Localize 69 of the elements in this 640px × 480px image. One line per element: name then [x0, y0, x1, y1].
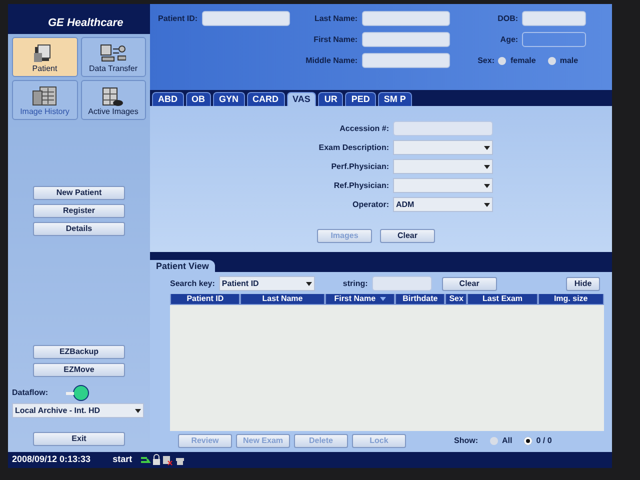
field-label: string:: [342, 278, 368, 290]
nav-button[interactable]: Active Images: [80, 80, 146, 120]
tab[interactable]: ABD: [152, 92, 184, 106]
radio-label: All: [502, 435, 512, 447]
field-label: Ref.Physician:: [332, 180, 389, 192]
field-label: Middle Name:: [306, 54, 358, 66]
field-label: First Name:: [314, 34, 358, 46]
input-field[interactable]: [522, 32, 586, 47]
input-field[interactable]: [393, 121, 493, 136]
dataflow-label: Dataflow:: [12, 387, 48, 399]
nav-button[interactable]: Image History: [12, 80, 78, 120]
exam-button[interactable]: Clear: [380, 229, 435, 243]
dataflow-dropdown[interactable]: Local Archive - Int. HD: [12, 403, 144, 418]
tab[interactable]: CARD: [246, 92, 285, 106]
tray-icons[interactable]: [140, 454, 186, 466]
field-label: Last Name:: [314, 12, 358, 24]
radio-label: female: [510, 54, 536, 66]
search-key-dropdown[interactable]: Patient ID: [218, 276, 315, 291]
input-field[interactable]: [362, 32, 450, 47]
clock-text: 2008/09/12 0:13:33: [12, 453, 91, 466]
exit-button[interactable]: Exit: [33, 432, 125, 446]
brand-text: GE Healthcare: [48, 16, 124, 30]
tab[interactable]: UR: [318, 92, 344, 106]
dropdown-arrow-icon[interactable]: [484, 202, 490, 206]
field-label: Operator:: [352, 198, 389, 210]
tab[interactable]: VAS: [286, 92, 316, 106]
dropdown-arrow-icon[interactable]: [135, 408, 141, 412]
tab[interactable]: GYN: [213, 92, 245, 106]
side-button[interactable]: Register: [33, 204, 125, 218]
side-button[interactable]: Details: [33, 222, 125, 236]
field-label: Sex:: [478, 54, 494, 66]
tab[interactable]: SM P: [378, 92, 412, 106]
computer-icon: [100, 43, 126, 63]
field-label: Search key:: [170, 278, 215, 290]
radio-button[interactable]: [498, 56, 506, 64]
radio-button[interactable]: [524, 437, 532, 445]
field-label: Exam Description:: [318, 142, 389, 154]
panel-tab[interactable]: Patient View: [150, 260, 215, 272]
radio-label: 0 / 0: [536, 435, 552, 447]
nav-button[interactable]: Patient: [12, 37, 78, 77]
search-string-field[interactable]: [372, 276, 432, 291]
input-field[interactable]: [522, 11, 586, 26]
tab[interactable]: PED: [345, 92, 376, 106]
input-field[interactable]: [202, 11, 290, 26]
tool-button[interactable]: EZMove: [33, 363, 125, 377]
clear-button[interactable]: Clear: [442, 276, 497, 290]
radio-button[interactable]: [490, 437, 498, 445]
radio-button[interactable]: [548, 56, 556, 64]
hide-button[interactable]: Hide: [566, 276, 600, 290]
start-button[interactable]: start: [112, 453, 132, 467]
field-label: Perf.Physician:: [330, 160, 389, 172]
dropdown-arrow-icon[interactable]: [484, 146, 490, 150]
nav-button[interactable]: Data Transfer: [80, 37, 146, 77]
side-button[interactable]: New Patient: [33, 186, 125, 200]
radio-label: male: [560, 54, 578, 66]
tool-button[interactable]: EZBackup: [33, 345, 125, 359]
field-label: Patient ID:: [158, 12, 198, 24]
field-label: Accession #:: [338, 122, 389, 134]
dropdown[interactable]: ADM: [393, 197, 493, 212]
dropdown-arrow-icon[interactable]: [306, 282, 312, 286]
field-label: Age:: [500, 34, 518, 46]
field-label: Show:: [454, 435, 478, 447]
tab[interactable]: OB: [186, 92, 211, 106]
input-field[interactable]: [362, 11, 450, 26]
field-label: DOB:: [498, 12, 518, 24]
dropdown-arrow-icon[interactable]: [484, 184, 490, 188]
dataflow-status-icon: [64, 385, 90, 401]
dropdown-arrow-icon[interactable]: [484, 164, 490, 168]
input-field[interactable]: [362, 53, 450, 68]
